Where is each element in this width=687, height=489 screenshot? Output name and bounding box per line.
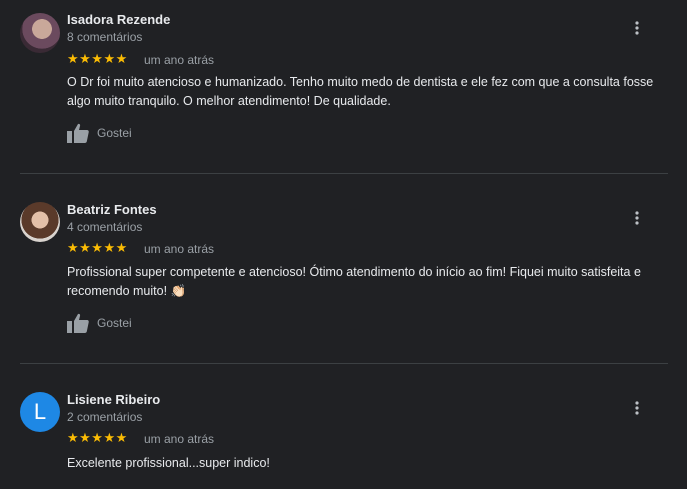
more-vertical-icon: [635, 21, 639, 35]
reviewer-review-count: 8 comentários: [67, 30, 143, 44]
reviewer-name[interactable]: Lisiene Ribeiro: [67, 392, 160, 407]
reviewer-review-count: 4 comentários: [67, 220, 143, 234]
reviews-list: Isadora Rezende 8 comentários ★★★★★ um a…: [0, 0, 687, 489]
review-text: Profissional super competente e atencios…: [67, 265, 641, 298]
like-label: Gostei: [97, 316, 132, 330]
star-rating: ★★★★★: [67, 240, 128, 255]
review-time: um ano atrás: [144, 432, 215, 446]
star-rating: ★★★★★: [67, 51, 128, 66]
review-time: um ano atrás: [144, 53, 215, 67]
review-menu-button[interactable]: [626, 397, 648, 419]
reviewer-avatar[interactable]: [20, 13, 60, 53]
review-text: O Dr foi muito atencioso e humanizado. T…: [67, 75, 654, 108]
like-button[interactable]: Gostei: [67, 122, 132, 144]
review-text: Excelente profissional...super indico!: [67, 456, 270, 470]
review-divider: [20, 363, 668, 364]
more-vertical-icon: [635, 211, 639, 225]
review-menu-button[interactable]: [626, 207, 648, 229]
reviewer-name[interactable]: Beatriz Fontes: [67, 202, 157, 217]
review-time: um ano atrás: [144, 242, 215, 256]
thumbs-up-icon: [67, 313, 89, 333]
review-divider: [20, 173, 668, 174]
reviewer-avatar[interactable]: [20, 202, 60, 242]
like-label: Gostei: [97, 126, 132, 140]
reviewer-name[interactable]: Isadora Rezende: [67, 12, 170, 27]
thumbs-up-icon: [67, 123, 89, 143]
like-button[interactable]: Gostei: [67, 312, 132, 334]
review-menu-button[interactable]: [626, 17, 648, 39]
reviewer-review-count: 2 comentários: [67, 410, 143, 424]
star-rating: ★★★★★: [67, 430, 128, 445]
more-vertical-icon: [635, 401, 639, 415]
reviewer-avatar[interactable]: L: [20, 392, 60, 432]
